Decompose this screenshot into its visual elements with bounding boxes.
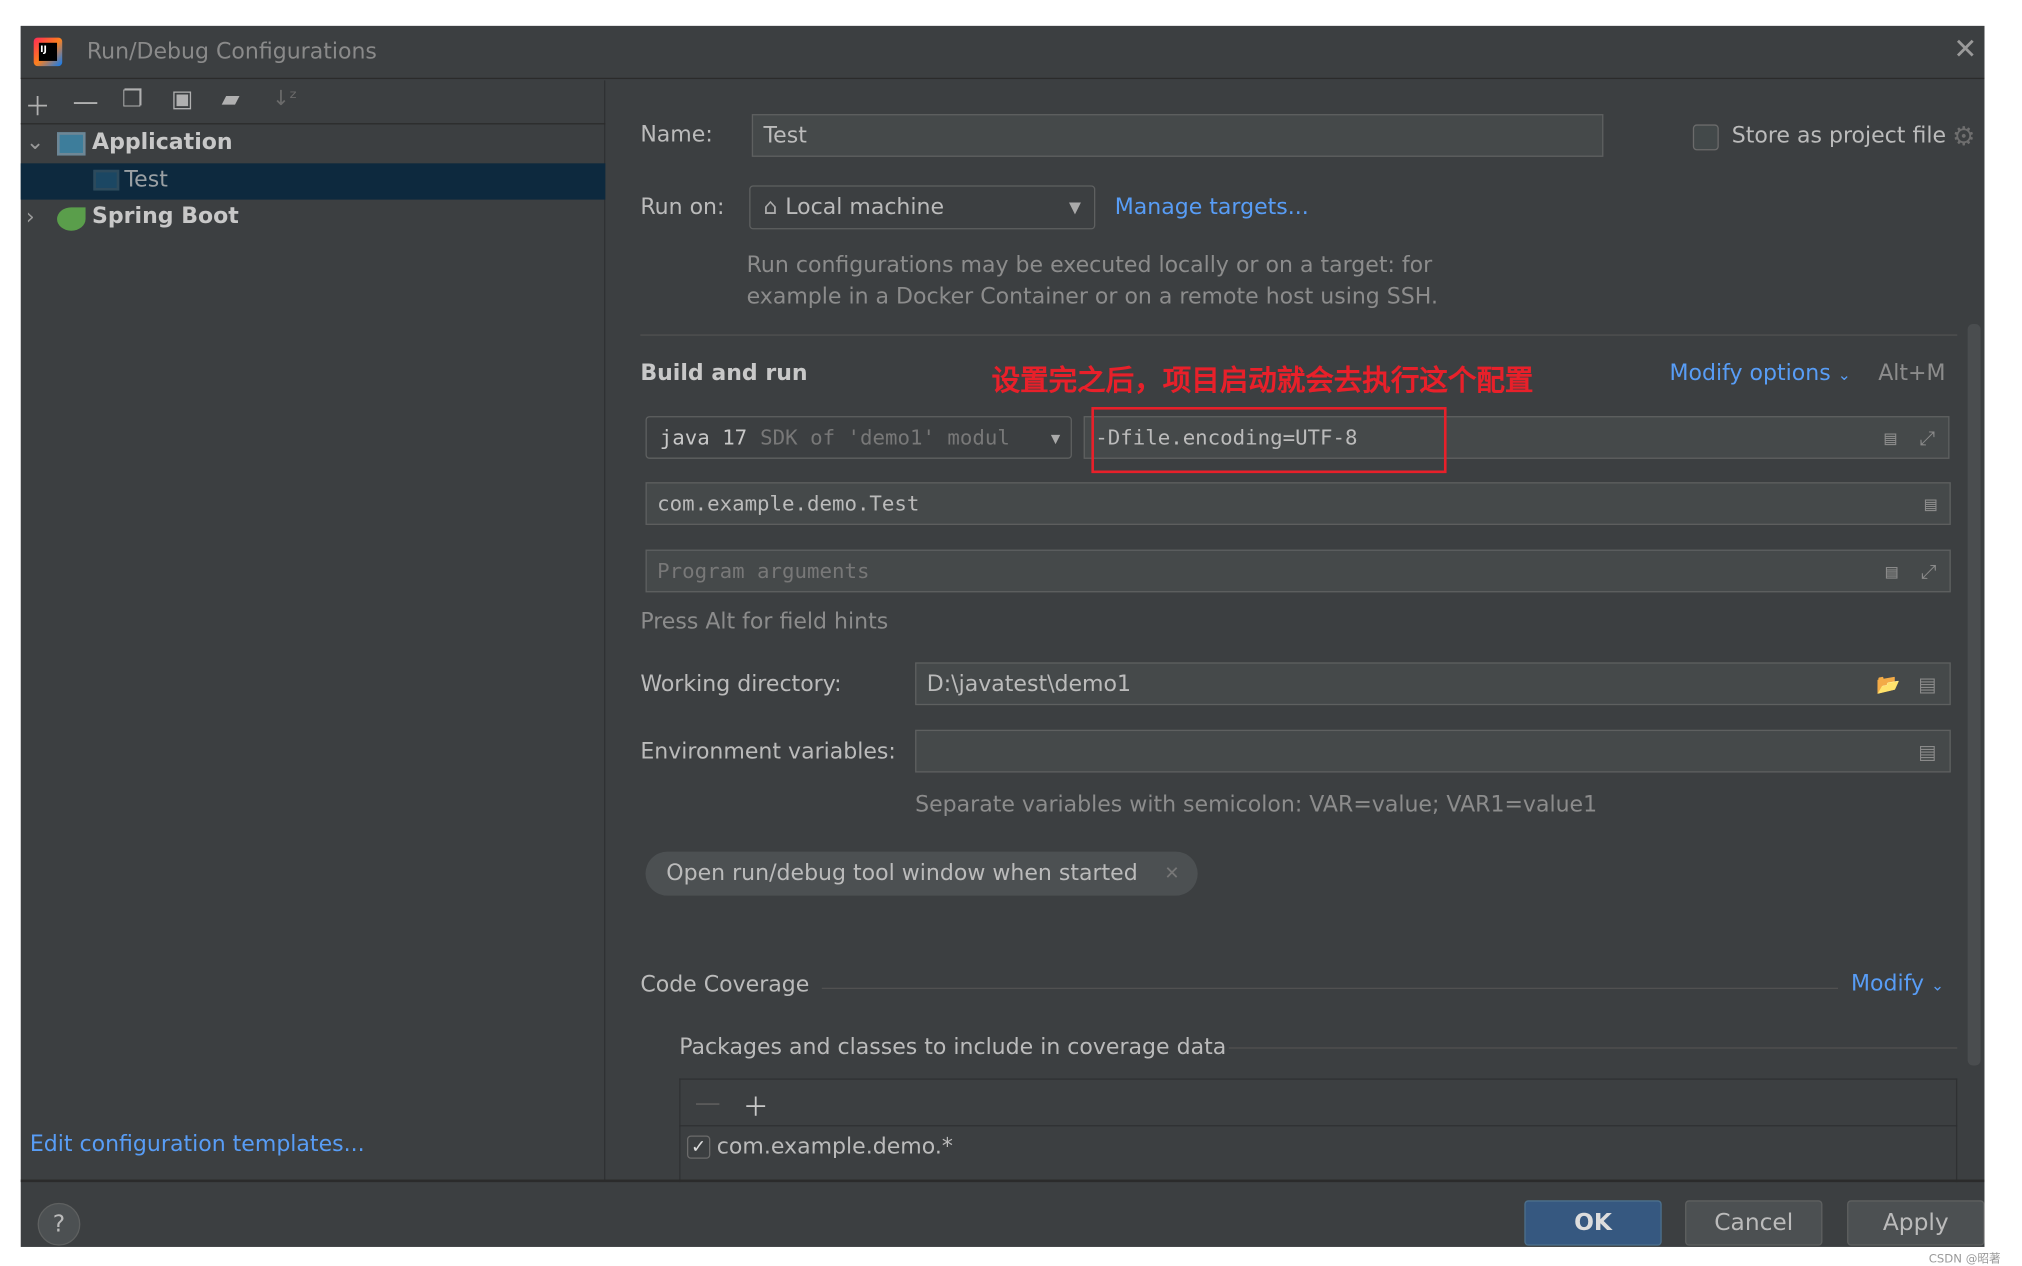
save-icon[interactable]: ▣: [171, 86, 193, 113]
scrollbar[interactable]: [1967, 324, 1981, 1066]
minus-icon[interactable]: —: [73, 86, 99, 117]
name-value: Test: [763, 122, 807, 149]
package-item: com.example.demo.*: [716, 1134, 953, 1161]
minus-icon[interactable]: —: [695, 1086, 721, 1117]
divider: [1228, 1047, 1958, 1049]
packages-label: Packages and classes to include in cover…: [679, 1034, 1227, 1061]
run-on-description-2: example in a Docker Container or on a re…: [746, 283, 1438, 310]
dropdown-arrow-icon: ▼: [1050, 428, 1061, 447]
run-on-select[interactable]: ⌂ Local machine ▼: [749, 185, 1096, 230]
sort-icon[interactable]: ↓ᶻ: [272, 86, 297, 111]
tree-item-test[interactable]: Test: [124, 167, 167, 193]
cancel-button[interactable]: Cancel: [1685, 1200, 1823, 1246]
divider: [679, 1125, 1958, 1127]
list-icon[interactable]: ▤: [1885, 426, 1897, 449]
list-icon[interactable]: ▤: [1918, 672, 1936, 695]
divider: [20, 1179, 1985, 1183]
code-coverage-heading: Code Coverage: [640, 972, 810, 999]
edit-templates-link[interactable]: Edit configuration templates...: [30, 1132, 365, 1158]
application-icon: [57, 132, 86, 156]
working-directory-input[interactable]: D:\javatest\demo1 📂 ▤: [915, 662, 1951, 706]
chevron-down-icon[interactable]: ⌄: [26, 130, 44, 156]
application-config-icon: [93, 169, 120, 191]
chevron-right-icon[interactable]: ›: [26, 205, 35, 231]
env-vars-hint: Separate variables with semicolon: VAR=v…: [915, 791, 1598, 818]
chevron-down-icon: ⌄: [1837, 365, 1851, 384]
annotation-text: 设置完之后，项目启动就会去执行这个配置: [991, 365, 1534, 398]
run-on-label: Run on:: [640, 194, 725, 221]
tree-toolbar: [20, 80, 606, 125]
annotation-highlight-box: [1091, 407, 1447, 474]
modify-shortcut: Alt+M: [1878, 360, 1946, 387]
program-arguments-input[interactable]: Program arguments ▤ ⤢: [645, 549, 1951, 593]
modify-options-label: Modify options: [1669, 360, 1831, 387]
run-on-description-1: Run configurations may be executed local…: [746, 252, 1433, 279]
list-icon[interactable]: ▤: [1918, 739, 1936, 762]
list-icon[interactable]: ▤: [1886, 559, 1898, 582]
tree-item-spring-boot[interactable]: Spring Boot: [92, 204, 239, 230]
env-vars-label: Environment variables:: [640, 738, 896, 765]
new-folder-icon[interactable]: ▰: [222, 86, 240, 113]
modify-options-link[interactable]: Modify options ⌄: [1670, 360, 1851, 386]
packages-table: [679, 1078, 1958, 1183]
coverage-modify-link[interactable]: Modify ⌄: [1851, 971, 1944, 997]
coverage-modify-label: Modify: [1850, 970, 1925, 997]
apply-button[interactable]: Apply: [1847, 1200, 1985, 1246]
expand-icon[interactable]: ⤢: [1921, 559, 1937, 582]
gear-icon[interactable]: ⚙: [1952, 121, 1975, 152]
jre-sub: SDK of 'demo1' modul: [760, 425, 1010, 450]
divider: [821, 987, 1839, 990]
working-directory-value: D:\javatest\demo1: [926, 670, 1132, 697]
folder-icon[interactable]: 📂: [1876, 672, 1900, 695]
chevron-down-icon: ⌄: [1931, 976, 1945, 995]
main-class-value: com.example.demo.Test: [657, 491, 920, 516]
window-title: Run/Debug Configurations: [86, 38, 377, 65]
plus-icon[interactable]: ＋: [25, 86, 51, 124]
store-project-label: Store as project file: [1731, 123, 1947, 150]
run-on-value: Local machine: [785, 194, 945, 221]
main-class-input[interactable]: com.example.demo.Test ▤: [645, 482, 1951, 525]
alt-hint: Press Alt for field hints: [640, 609, 889, 636]
close-icon[interactable]: ✕: [1953, 34, 1977, 66]
help-button[interactable]: ?: [37, 1202, 81, 1246]
spring-boot-icon: [57, 207, 86, 231]
ok-button[interactable]: OK: [1524, 1200, 1662, 1246]
dropdown-arrow-icon: ▼: [1069, 198, 1082, 217]
copy-icon[interactable]: ❐: [122, 86, 143, 113]
open-tool-window-chip[interactable]: Open run/debug tool window when started ✕: [645, 851, 1198, 896]
divider: [640, 334, 1958, 336]
package-checkbox[interactable]: ✓: [686, 1135, 711, 1159]
build-and-run-heading: Build and run: [640, 360, 808, 387]
store-project-checkbox[interactable]: [1692, 124, 1719, 151]
working-directory-label: Working directory:: [640, 671, 842, 698]
intellij-logo-icon: IJ: [33, 37, 63, 67]
manage-targets-link[interactable]: Manage targets...: [1115, 194, 1309, 220]
watermark: CSDN @昭著: [1928, 1253, 2001, 1266]
name-input[interactable]: Test: [751, 114, 1604, 157]
expand-icon[interactable]: ⤢: [1920, 426, 1936, 449]
chip-label: Open run/debug tool window when started: [666, 860, 1138, 887]
config-tree-panel: [21, 80, 606, 1180]
env-vars-input[interactable]: ▤: [915, 729, 1951, 773]
home-icon: ⌂: [763, 194, 778, 221]
add-icon[interactable]: ＋: [743, 1086, 769, 1124]
tree-item-application[interactable]: Application: [92, 130, 233, 156]
close-icon[interactable]: ✕: [1164, 863, 1179, 884]
list-icon[interactable]: ▤: [1925, 492, 1937, 515]
jre-select[interactable]: java 17 SDK of 'demo1' modul ▼: [645, 416, 1072, 459]
name-label: Name:: [640, 121, 713, 148]
jre-main: java 17: [659, 425, 748, 450]
program-arguments-placeholder: Program arguments: [657, 558, 870, 584]
